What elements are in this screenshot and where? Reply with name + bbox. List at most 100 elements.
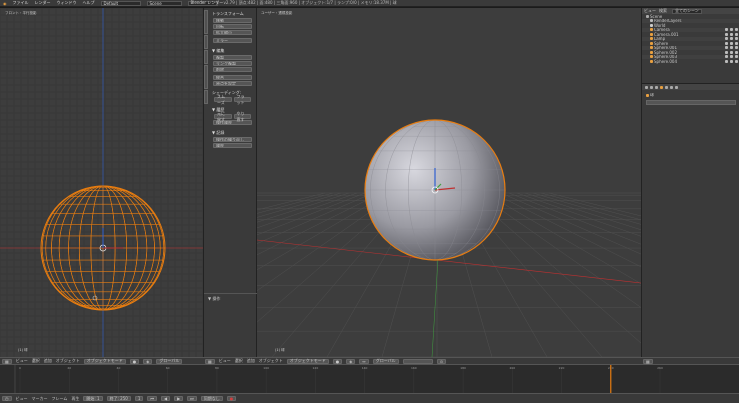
menu-render[interactable]: レンダー [35, 0, 51, 6]
layer-buttons[interactable] [402, 358, 433, 364]
main-shading-icon[interactable]: ● [332, 358, 343, 364]
main-manipulator-icon[interactable]: ↔ [359, 358, 369, 364]
cursor-icon[interactable] [730, 55, 733, 59]
layers-tab-icon[interactable] [650, 85, 653, 89]
left-orientation-selector[interactable]: グローバル [156, 358, 183, 364]
user-persp-viewport[interactable]: ユーザー・透視投影 (1) 球 [257, 8, 641, 357]
camera-icon[interactable] [735, 46, 738, 50]
camera-icon[interactable] [735, 50, 738, 54]
constraints-tab-icon[interactable] [665, 85, 668, 89]
end-frame-field[interactable]: 終了: 250 [106, 396, 131, 401]
eye-icon[interactable] [725, 28, 728, 32]
axis-gizmo-icon [2, 348, 10, 354]
eye-icon[interactable] [725, 59, 728, 63]
eye-icon[interactable] [725, 37, 728, 41]
operator-panel-title[interactable]: ▼ 操作 [208, 296, 220, 302]
edit-section-title[interactable]: ▼ 編集 [212, 48, 253, 54]
blender-logo-icon[interactable]: ◉ [3, 1, 7, 6]
front-ortho-viewport[interactable]: フロント・平行投影 (1) 球 [0, 8, 203, 357]
main-editor-type-icon[interactable]: ▦ [205, 358, 215, 364]
timeline-marker-menu[interactable]: マーカー [32, 396, 48, 402]
outliner-item[interactable]: Sphere.004 [642, 59, 739, 64]
outliner-display-mode[interactable]: 全てのシーン [672, 8, 702, 14]
cursor-icon[interactable] [730, 37, 733, 41]
menu-help[interactable]: ヘルプ [83, 0, 95, 6]
camera-icon[interactable] [735, 28, 738, 32]
main-mode-selector[interactable]: オブジェクトモード [286, 358, 329, 364]
shade-smooth-button[interactable]: スムーズ [214, 94, 232, 105]
play-icon[interactable]: ▶ [174, 396, 184, 401]
object-name-field[interactable] [646, 100, 736, 105]
redo-button[interactable]: やり直す [233, 111, 251, 122]
shade-flat-button[interactable]: フラット [233, 94, 251, 105]
timeline-view-menu[interactable]: ビュー [16, 396, 28, 402]
translate-button[interactable]: 移動 [213, 18, 252, 23]
timeline-tick-label: 200 [509, 366, 515, 370]
tab-tools[interactable] [204, 10, 208, 34]
cursor-icon[interactable] [730, 50, 733, 54]
left-pivot-icon[interactable]: ◈ [143, 358, 153, 364]
cursor-icon[interactable] [730, 41, 733, 45]
delete-button[interactable]: 削除 [213, 67, 252, 72]
modifiers-tab-icon[interactable] [670, 85, 673, 89]
camera-icon[interactable] [735, 41, 738, 45]
scene-selector[interactable]: Scene [146, 0, 182, 6]
eye-icon[interactable] [725, 41, 728, 45]
timeline-frame-menu[interactable]: フレーム [52, 396, 68, 402]
scale-button[interactable]: 拡大縮小 [213, 30, 252, 35]
duplicate-button[interactable]: 複製 [213, 55, 252, 60]
play-reverse-icon[interactable]: ◀ [160, 396, 171, 401]
main-pivot-icon[interactable]: ◈ [346, 358, 356, 364]
left-shading-icon[interactable]: ● [129, 358, 140, 364]
eye-icon[interactable] [725, 32, 728, 36]
jump-end-icon[interactable]: ⏭ [187, 396, 197, 401]
timeline[interactable]: 020406080100120140160180200220240260 [0, 364, 739, 394]
camera-icon[interactable] [735, 32, 738, 36]
cursor-icon[interactable] [730, 28, 733, 32]
tab-create[interactable] [204, 35, 208, 49]
eye-icon[interactable] [725, 46, 728, 50]
cursor-icon[interactable] [730, 32, 733, 36]
render-tab-icon[interactable] [645, 85, 648, 89]
jump-start-icon[interactable]: ⏮ [147, 396, 157, 401]
current-frame-field[interactable]: 1 [134, 396, 144, 401]
camera-icon[interactable] [735, 55, 738, 59]
camera-icon[interactable] [735, 37, 738, 41]
transform-section-title[interactable]: トランスフォーム [212, 11, 253, 17]
eye-icon[interactable] [725, 50, 728, 54]
tab-relations[interactable] [204, 50, 208, 64]
timeline-editor-type-icon[interactable]: ◷ [2, 396, 12, 401]
mirror-button[interactable]: ミラー [213, 38, 252, 43]
material-tab-icon[interactable] [675, 85, 678, 89]
undo-button[interactable]: 元に戻す [214, 111, 232, 122]
duplicate-linked-button[interactable]: リンク複製 [213, 61, 252, 66]
repeat-section-title[interactable]: ▼ 記録 [212, 130, 253, 136]
start-frame-field[interactable]: 開始: 1 [83, 396, 103, 401]
outliner-item-icon [650, 41, 653, 45]
main-orientation-selector[interactable]: グローバル [372, 358, 399, 364]
cursor-icon[interactable] [730, 46, 733, 50]
layout-selector[interactable]: Default [100, 0, 141, 6]
tab-physics[interactable] [204, 90, 208, 104]
camera-icon[interactable] [735, 59, 738, 63]
repeat-history-button[interactable]: 履歴 [213, 143, 252, 148]
left-mode-selector[interactable]: オブジェクトモード [83, 358, 126, 364]
left-editor-type-icon[interactable]: ▦ [2, 358, 12, 364]
sync-mode-selector[interactable]: 同期なし [200, 396, 223, 401]
menu-window[interactable]: ウィンドウ [57, 0, 77, 6]
record-icon[interactable]: ● [226, 396, 237, 401]
tab-animation[interactable] [204, 65, 208, 89]
join-button[interactable]: 統合 [213, 75, 252, 80]
snap-icon[interactable]: ⊙ [436, 358, 447, 364]
menu-file[interactable]: ファイル [13, 0, 29, 6]
render-engine-selector[interactable]: Blender レンダー [187, 0, 223, 6]
cursor-icon[interactable] [730, 59, 733, 63]
object-tab-icon[interactable] [660, 85, 663, 89]
props-editor-type-icon[interactable]: ▦ [643, 358, 653, 364]
repeat-last-button[interactable]: 操作の繰り返し [213, 137, 252, 142]
rotate-button[interactable]: 回転 [213, 24, 252, 29]
eye-icon[interactable] [725, 55, 728, 59]
set-origin-button[interactable]: 原点を設定 [213, 81, 252, 86]
scene-tab-icon[interactable] [655, 85, 658, 89]
timeline-playback-menu[interactable]: 再生 [71, 396, 79, 402]
